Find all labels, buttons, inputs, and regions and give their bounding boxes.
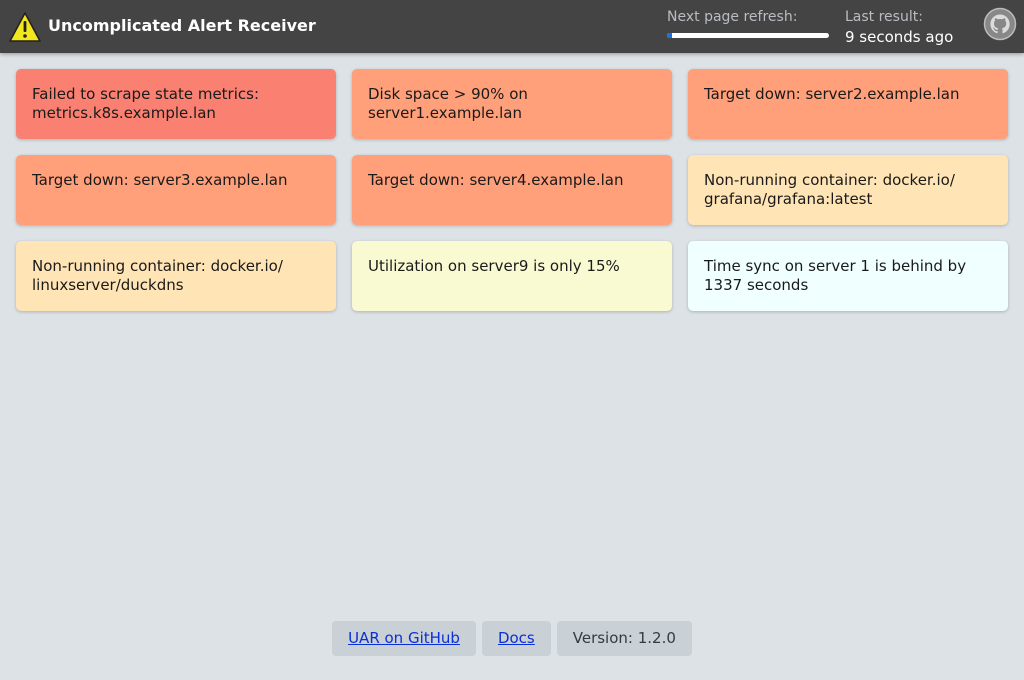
github-link[interactable]: UAR on GitHub xyxy=(348,629,460,647)
top-bar: Uncomplicated Alert Receiver Next page r… xyxy=(0,0,1024,53)
alert-card[interactable]: Non-running container: docker.io/ grafan… xyxy=(688,155,1008,225)
version-badge: Version: 1.2.0 xyxy=(556,621,692,656)
last-result-value: 9 seconds ago xyxy=(845,28,954,46)
docs-link-pill: Docs xyxy=(481,621,551,656)
docs-link[interactable]: Docs xyxy=(498,629,535,647)
refresh-indicator: Next page refresh: xyxy=(667,9,829,38)
alert-card[interactable]: Non-running container: docker.io/ linuxs… xyxy=(16,241,336,311)
alert-card[interactable]: Disk space > 90% on server1.example.lan xyxy=(352,69,672,139)
footer: UAR on GitHub Docs Version: 1.2.0 xyxy=(0,621,1024,656)
last-result-label: Last result: xyxy=(845,9,923,25)
alert-card[interactable]: Time sync on server 1 is behind by 1337 … xyxy=(688,241,1008,311)
alert-card[interactable]: Target down: server4.example.lan xyxy=(352,155,672,225)
refresh-label: Next page refresh: xyxy=(667,9,798,25)
alert-card[interactable]: Failed to scrape state metrics: metrics.… xyxy=(16,69,336,139)
app-title: Uncomplicated Alert Receiver xyxy=(48,16,316,35)
alert-card[interactable]: Target down: server2.example.lan xyxy=(688,69,1008,139)
github-icon[interactable] xyxy=(983,7,1017,41)
alert-card[interactable]: Utilization on server9 is only 15% xyxy=(352,241,672,311)
warning-triangle-icon xyxy=(9,12,41,42)
alert-card[interactable]: Target down: server3.example.lan xyxy=(16,155,336,225)
refresh-progress-fill xyxy=(667,33,672,38)
github-link-pill: UAR on GitHub xyxy=(332,621,476,656)
refresh-progress-bar xyxy=(667,33,829,38)
last-result: Last result: 9 seconds ago xyxy=(845,9,970,47)
